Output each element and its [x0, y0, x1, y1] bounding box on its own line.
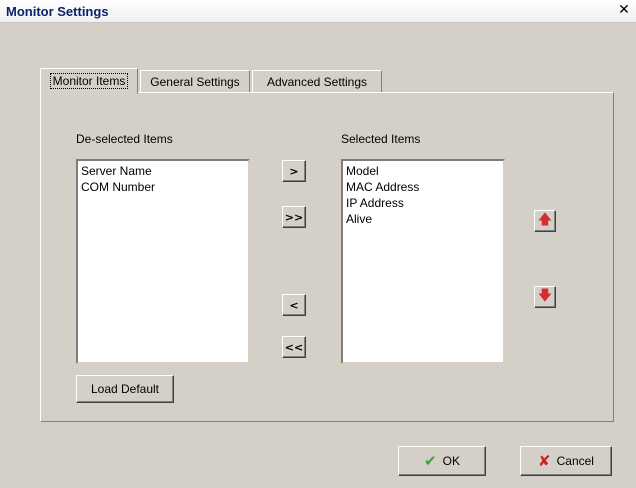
list-item[interactable]: MAC Address — [346, 179, 500, 195]
deselected-items-list[interactable]: Server Name COM Number — [76, 159, 250, 364]
ok-button[interactable]: ✔ OK — [398, 446, 486, 476]
remove-all-button[interactable]: << — [282, 336, 306, 358]
list-item[interactable]: Server Name — [81, 163, 245, 179]
cross-icon: ✘ — [538, 452, 551, 470]
ok-label: OK — [442, 454, 460, 468]
load-default-button[interactable]: Load Default — [76, 375, 174, 403]
deselected-items-label: De-selected Items — [76, 132, 173, 146]
add-item-label: > — [289, 164, 299, 178]
tab-monitor-items[interactable]: Monitor Items — [40, 68, 138, 94]
add-item-button[interactable]: > — [282, 160, 306, 182]
remove-item-button[interactable]: < — [282, 294, 306, 316]
cancel-label: Cancel — [556, 454, 594, 468]
close-icon[interactable]: ✕ — [616, 2, 632, 18]
add-all-button[interactable]: >> — [282, 206, 306, 228]
tab-label: Advanced Settings — [266, 75, 368, 89]
tab-general-settings[interactable]: General Settings — [140, 70, 250, 92]
window-title: Monitor Settings — [6, 4, 109, 19]
load-default-label: Load Default — [90, 382, 160, 396]
selected-items-list[interactable]: Model MAC Address IP Address Alive — [341, 159, 505, 364]
arrow-down-icon: 🡇 — [537, 288, 553, 304]
tab-label: General Settings — [150, 75, 240, 89]
list-item[interactable]: Model — [346, 163, 500, 179]
arrow-up-icon: 🡅 — [537, 212, 553, 228]
checkmark-icon: ✔ — [424, 452, 437, 470]
tab-panel-monitor-items: De-selected Items Selected Items Server … — [40, 92, 614, 422]
title-bar: Monitor Settings ✕ — [0, 0, 636, 23]
list-item[interactable]: IP Address — [346, 195, 500, 211]
move-down-button[interactable]: 🡇 — [534, 286, 556, 308]
cancel-button[interactable]: ✘ Cancel — [520, 446, 612, 476]
remove-all-label: << — [284, 340, 304, 354]
tab-label: Monitor Items — [49, 73, 129, 89]
selected-items-label: Selected Items — [341, 132, 421, 146]
tab-advanced-settings[interactable]: Advanced Settings — [252, 70, 382, 92]
move-up-button[interactable]: 🡅 — [534, 210, 556, 232]
remove-item-label: < — [289, 298, 299, 312]
add-all-label: >> — [284, 210, 304, 224]
list-item[interactable]: COM Number — [81, 179, 245, 195]
list-item[interactable]: Alive — [346, 211, 500, 227]
